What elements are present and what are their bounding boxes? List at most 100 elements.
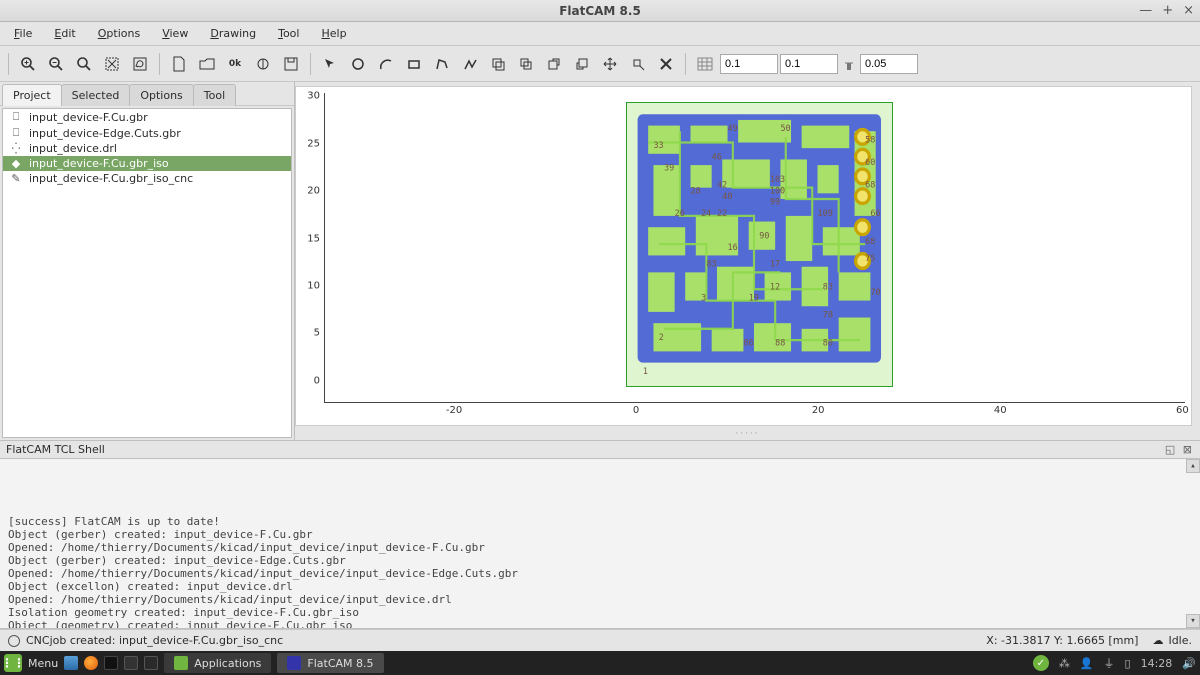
svg-text:78: 78 [823, 311, 833, 321]
minimize-button[interactable]: — [1139, 3, 1152, 18]
open-gcode-icon[interactable] [250, 51, 276, 77]
tabbar: Project Selected Options Tool [0, 82, 294, 106]
files-icon[interactable] [124, 656, 138, 670]
x-tick: 40 [994, 405, 1007, 416]
menu-edit[interactable]: Edit [44, 24, 85, 43]
project-tree[interactable]: ⎕input_device-F.Cu.gbr⎕input_device-Edge… [2, 108, 292, 438]
desktop-taskbar: ⋮⋮ Menu Applications FlatCAM 8.5 ✓ ⁂ 👤 ⏚… [0, 651, 1200, 675]
wifi-icon[interactable]: ⏚ [1104, 655, 1115, 671]
tab-selected[interactable]: Selected [61, 84, 131, 106]
svg-text:86: 86 [743, 339, 753, 349]
taskbar-item-label: FlatCAM 8.5 [307, 657, 373, 670]
tab-options[interactable]: Options [129, 84, 193, 106]
select-icon[interactable] [317, 51, 343, 77]
svg-text:39: 39 [664, 164, 674, 174]
tab-tool[interactable]: Tool [193, 84, 236, 106]
close-button[interactable]: × [1183, 3, 1194, 18]
x-tick: -20 [446, 405, 462, 416]
update-icon[interactable]: ✓ [1033, 655, 1049, 671]
user-icon[interactable]: 👤 [1080, 657, 1094, 670]
tab-project[interactable]: Project [2, 84, 62, 106]
polygon-icon[interactable] [429, 51, 455, 77]
move2-icon[interactable] [625, 51, 651, 77]
files2-icon[interactable] [144, 656, 158, 670]
firefox-icon[interactable] [84, 656, 98, 670]
taskbar-item-label: Applications [194, 657, 261, 670]
state-icon: ☁ [1152, 634, 1163, 647]
union-icon[interactable] [485, 51, 511, 77]
status-icon [8, 635, 20, 647]
tree-item[interactable]: ⎕input_device-F.Cu.gbr [3, 109, 291, 125]
tree-item-label: input_device-Edge.Cuts.gbr [29, 127, 181, 140]
terminal-icon[interactable] [104, 656, 118, 670]
path-icon[interactable] [457, 51, 483, 77]
svg-text:75: 75 [865, 254, 875, 264]
tcl-shell[interactable]: ▴ ▾ [success] FlatCAM is up to date! Obj… [0, 459, 1200, 629]
grid-x-input[interactable] [720, 54, 778, 74]
move-icon[interactable] [597, 51, 623, 77]
open-excellon-icon[interactable]: 0k [222, 51, 248, 77]
menu-view[interactable]: View [152, 24, 198, 43]
menu-drawing[interactable]: Drawing [200, 24, 266, 43]
menu-tool[interactable]: Tool [268, 24, 309, 43]
snap-input[interactable] [860, 54, 918, 74]
delete-icon[interactable] [653, 51, 679, 77]
tree-item[interactable]: ◆input_device-F.Cu.gbr_iso [3, 156, 291, 171]
svg-text:24: 24 [701, 209, 711, 219]
zoom-fit-icon[interactable] [71, 51, 97, 77]
statusbar: CNCjob created: input_device-F.Cu.gbr_is… [0, 629, 1200, 651]
svg-text:90: 90 [759, 232, 769, 242]
tree-item[interactable]: ⁛input_device.drl [3, 141, 291, 156]
save-project-icon[interactable] [278, 51, 304, 77]
clear-plot-icon[interactable] [99, 51, 125, 77]
cnc-icon: ✎ [9, 172, 23, 185]
y-tick: 20 [307, 186, 320, 197]
mint-menu-icon[interactable]: ⋮⋮ [4, 654, 22, 672]
zoom-in-icon[interactable] [15, 51, 41, 77]
tree-item-label: input_device-F.Cu.gbr_iso_cnc [29, 172, 193, 185]
taskbar-item-flatcam[interactable]: FlatCAM 8.5 [277, 653, 383, 673]
scroll-up-icon[interactable]: ▴ [1186, 459, 1200, 473]
arc-icon[interactable] [373, 51, 399, 77]
zoom-out-icon[interactable] [43, 51, 69, 77]
tree-item[interactable]: ✎ input_device-F.Cu.gbr_iso_cnc [3, 171, 291, 186]
show-desktop-icon[interactable] [64, 656, 78, 670]
new-icon[interactable] [166, 51, 192, 77]
circle-icon[interactable] [345, 51, 371, 77]
svg-text:70: 70 [870, 288, 880, 298]
open-gerber-icon[interactable] [194, 51, 220, 77]
splitter-handle[interactable]: ····· [295, 428, 1200, 440]
menu-file[interactable]: File [4, 24, 42, 43]
grid-y-input[interactable] [780, 54, 838, 74]
bluetooth-icon[interactable]: ⁂ [1059, 657, 1070, 670]
plot-inner[interactable]: 334950 394658 284210360 4010068 26242299… [324, 93, 1185, 403]
clock[interactable]: 14:28 [1141, 657, 1173, 670]
sub-icon[interactable] [541, 51, 567, 77]
replot-icon[interactable] [127, 51, 153, 77]
taskbar-item-applications[interactable]: Applications [164, 653, 271, 673]
menu-help[interactable]: Help [311, 24, 356, 43]
shell-detach-icon[interactable]: ◱ [1165, 443, 1177, 456]
plot[interactable]: 302520151050 [295, 86, 1192, 426]
maximize-button[interactable]: + [1162, 3, 1173, 18]
svg-text:19: 19 [749, 294, 759, 304]
grid-icon[interactable] [692, 51, 718, 77]
sub2-icon[interactable] [569, 51, 595, 77]
svg-text:40: 40 [722, 192, 732, 202]
volume-icon[interactable]: 🔊 [1182, 657, 1196, 670]
svg-text:68: 68 [865, 181, 875, 191]
copy-icon[interactable] [513, 51, 539, 77]
shell-close-icon[interactable]: ⊠ [1183, 443, 1194, 456]
taskbar-menu-label[interactable]: Menu [28, 657, 58, 670]
snap-icon[interactable] [840, 51, 858, 77]
battery-icon[interactable]: ▯ [1125, 657, 1131, 670]
y-tick: 0 [314, 375, 320, 386]
svg-text:83: 83 [823, 282, 833, 292]
rectangle-icon[interactable] [401, 51, 427, 77]
tree-item[interactable]: ⎕input_device-Edge.Cuts.gbr [3, 125, 291, 141]
svg-text:60: 60 [865, 158, 875, 168]
menu-options[interactable]: Options [88, 24, 150, 43]
scroll-down-icon[interactable]: ▾ [1186, 614, 1200, 628]
coordinate-readout: X: -31.3817 Y: 1.6665 [mm] [986, 634, 1138, 647]
y-tick: 30 [307, 91, 320, 102]
